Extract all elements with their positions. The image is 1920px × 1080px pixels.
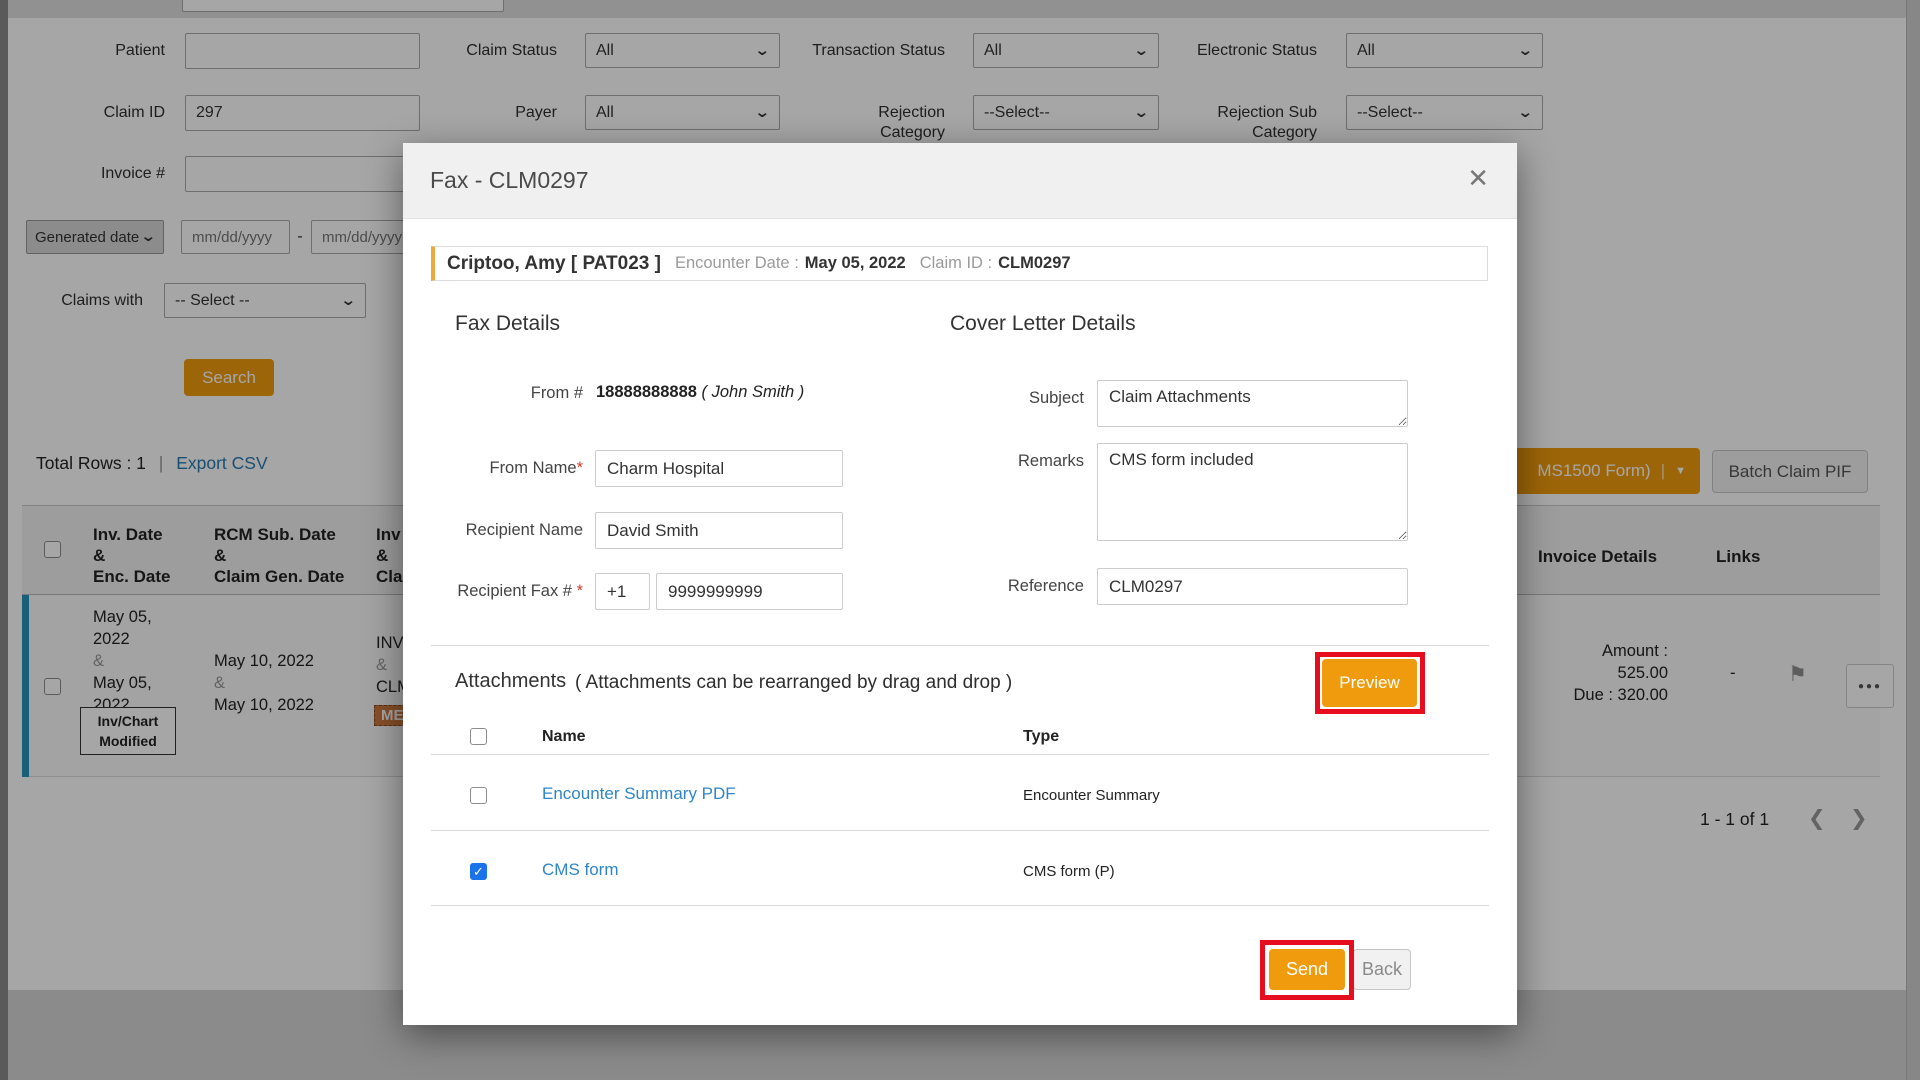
attachments-header-line [431,754,1489,755]
modal-title: Fax - CLM0297 [430,167,589,194]
from-name-input[interactable] [595,450,843,487]
claim-id-label: Claim ID : [920,254,992,273]
attachment-row1-name-link[interactable]: Encounter Summary PDF [542,784,736,804]
encounter-date-label: Encounter Date : [675,254,799,273]
attachments-hint: ( Attachments can be rearranged by drag … [575,672,1012,694]
send-highlight-box [1260,940,1354,1000]
attachment-row2-checkbox[interactable]: ✓ [470,863,487,880]
from-number-label: From # [433,383,583,404]
required-marker: * [577,582,583,600]
fax-modal: Fax - CLM0297 ✕ Criptoo, Amy [ PAT023 ] … [403,143,1517,1025]
close-icon[interactable]: ✕ [1467,165,1489,191]
back-button[interactable]: Back [1353,949,1411,990]
recipient-name-input[interactable] [595,512,843,549]
country-code-input[interactable] [595,573,650,610]
reference-label: Reference [934,576,1084,597]
patient-name: Criptoo, Amy [ PAT023 ] [447,253,661,275]
attachment-row1-checkbox[interactable] [470,787,487,804]
encounter-date-value: May 05, 2022 [805,254,906,273]
attachments-heading: Attachments [455,670,566,693]
check-icon: ✓ [473,864,484,880]
preview-highlight-box [1315,652,1425,714]
recipient-fax-label: Recipient Fax # * [413,581,583,602]
remarks-label: Remarks [934,451,1084,472]
remarks-textarea[interactable]: CMS form included [1097,443,1408,541]
fax-details-heading: Fax Details [455,312,560,336]
attachments-col-type: Type [1023,728,1059,746]
patient-info-bar: Criptoo, Amy [ PAT023 ] Encounter Date :… [431,246,1488,281]
recipient-name-label: Recipient Name [433,520,583,541]
attachments-divider [431,645,1489,646]
subject-textarea[interactable]: Claim Attachments [1097,380,1408,427]
attachments-col-name: Name [542,728,586,746]
from-number-value: 18888888888 ( John Smith ) [596,381,848,404]
cover-letter-heading: Cover Letter Details [950,312,1136,336]
required-marker: * [577,459,583,477]
attachment-row1-line [431,830,1489,831]
attachment-row1-type: Encounter Summary [1023,787,1160,804]
subject-label: Subject [934,388,1084,409]
attachments-select-all-checkbox[interactable] [470,728,487,745]
fax-modal-header: Fax - CLM0297 ✕ [403,143,1517,219]
recipient-fax-input[interactable] [656,573,843,610]
from-name-label: From Name* [433,458,583,479]
attachment-row2-name-link[interactable]: CMS form [542,860,619,880]
reference-input[interactable] [1097,568,1408,605]
attachment-row2-line [431,905,1489,906]
claim-id-value: CLM0297 [998,254,1070,273]
attachment-row2-type: CMS form (P) [1023,863,1115,880]
